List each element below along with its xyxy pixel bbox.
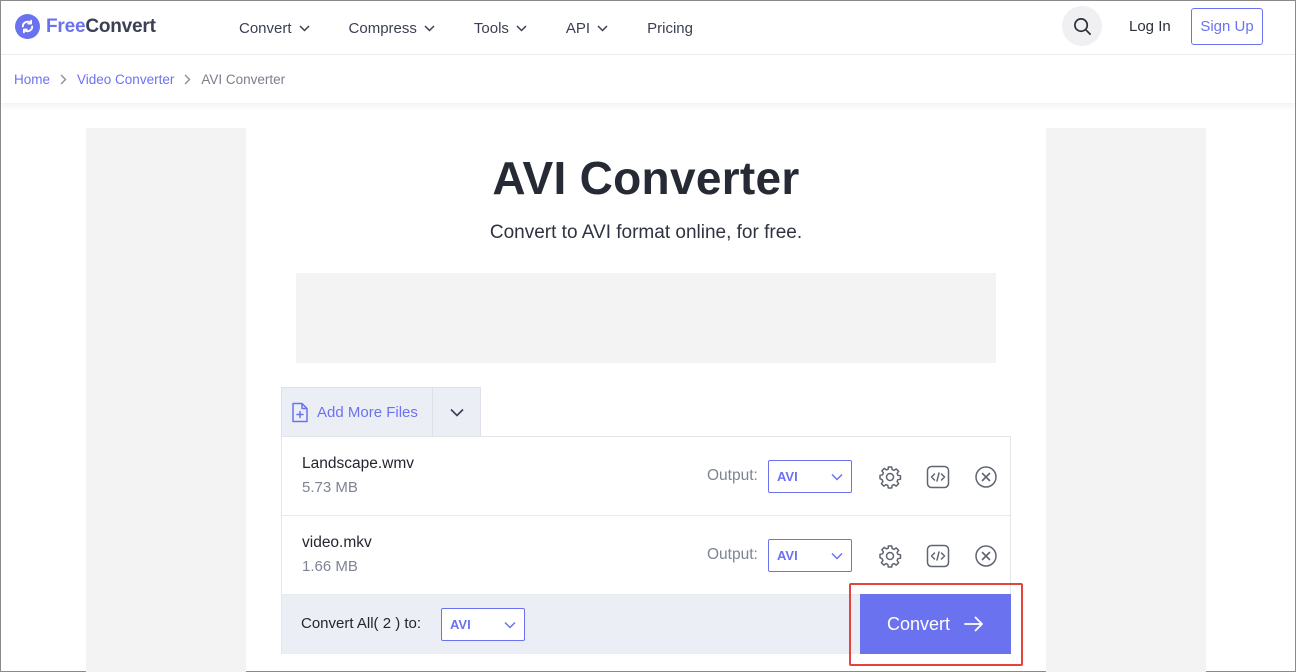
convert-all-format-value: AVI <box>450 617 471 632</box>
add-more-dropdown-toggle[interactable] <box>433 388 480 437</box>
breadcrumb-current: AVI Converter <box>201 72 286 87</box>
chevron-down-icon <box>831 552 843 560</box>
top-navbar: FreeConvert Convert Compress Tools API P… <box>1 1 1295 55</box>
convert-all-format-select[interactable]: AVI <box>441 608 525 641</box>
logo-text: FreeConvert <box>46 15 156 37</box>
output-format-value: AVI <box>777 548 798 563</box>
main-nav: Convert Compress Tools API Pricing <box>239 1 732 55</box>
settings-button[interactable] <box>877 464 903 490</box>
output-format-select[interactable]: AVI <box>768 460 852 493</box>
arrow-right-icon <box>964 616 983 632</box>
add-file-icon <box>292 402 308 423</box>
embed-code-button[interactable] <box>925 464 951 490</box>
output-label: Output: <box>707 546 758 563</box>
left-side-panel <box>86 128 246 672</box>
file-name: video.mkv <box>302 534 372 551</box>
logo[interactable]: FreeConvert <box>15 14 156 39</box>
page-title: AVI Converter <box>492 152 800 204</box>
ad-placeholder <box>296 273 996 363</box>
embed-code-icon <box>926 465 950 489</box>
output-format-value: AVI <box>777 469 798 484</box>
page-subtitle: Convert to AVI format online, for free. <box>489 222 803 243</box>
right-side-panel <box>1046 128 1206 672</box>
breadcrumb: Home Video Converter AVI Converter <box>1 56 1295 103</box>
nav-tools[interactable]: Tools <box>474 20 527 37</box>
chevron-down-icon <box>597 24 608 32</box>
close-circle-icon <box>975 545 997 567</box>
gear-icon <box>879 466 902 489</box>
chevron-right-icon <box>60 74 67 85</box>
login-link[interactable]: Log In <box>1129 18 1171 35</box>
nav-convert[interactable]: Convert <box>239 20 310 37</box>
add-more-files-label: Add More Files <box>317 404 418 421</box>
file-row: video.mkv 1.66 MB Output: AVI <box>282 516 1010 595</box>
search-icon <box>1073 17 1091 35</box>
close-circle-icon <box>975 466 997 488</box>
file-size: 5.73 MB <box>302 479 358 496</box>
nav-compress[interactable]: Compress <box>349 20 435 37</box>
nav-convert-label: Convert <box>239 19 292 37</box>
file-row: Landscape.wmv 5.73 MB Output: AVI <box>282 437 1010 516</box>
output-label: Output: <box>707 467 758 484</box>
file-size: 1.66 MB <box>302 558 358 575</box>
signup-button[interactable]: Sign Up <box>1191 8 1263 45</box>
remove-file-button[interactable] <box>973 464 999 490</box>
add-more-files-button[interactable]: Add More Files <box>282 388 433 437</box>
logo-refresh-icon <box>15 14 40 39</box>
remove-file-button[interactable] <box>973 543 999 569</box>
nav-pricing[interactable]: Pricing <box>647 20 693 37</box>
file-name: Landscape.wmv <box>302 455 415 472</box>
add-more-files-control: Add More Files <box>281 387 481 437</box>
nav-api[interactable]: API <box>566 20 608 37</box>
chevron-right-icon <box>184 74 191 85</box>
gear-icon <box>879 545 902 568</box>
embed-code-button[interactable] <box>925 543 951 569</box>
breadcrumb-home[interactable]: Home <box>14 72 50 87</box>
chevron-down-icon <box>831 473 843 481</box>
chevron-down-icon <box>424 24 435 32</box>
chevron-down-icon <box>299 24 310 32</box>
nav-tools-label: Tools <box>473 19 509 37</box>
embed-code-icon <box>926 544 950 568</box>
chevron-down-icon <box>504 621 516 629</box>
nav-api-label: API <box>565 19 591 37</box>
convert-button-label: Convert <box>886 613 951 634</box>
nav-pricing-label: Pricing <box>647 19 693 37</box>
chevron-down-icon <box>516 24 527 32</box>
search-button[interactable] <box>1062 6 1102 46</box>
breadcrumb-video-converter[interactable]: Video Converter <box>77 72 174 87</box>
settings-button[interactable] <box>877 543 903 569</box>
nav-compress-label: Compress <box>348 19 417 37</box>
convert-all-label: Convert All( 2 ) to: <box>301 615 422 632</box>
chevron-down-icon <box>449 408 464 417</box>
output-format-select[interactable]: AVI <box>768 539 852 572</box>
convert-button[interactable]: Convert <box>860 594 1011 654</box>
